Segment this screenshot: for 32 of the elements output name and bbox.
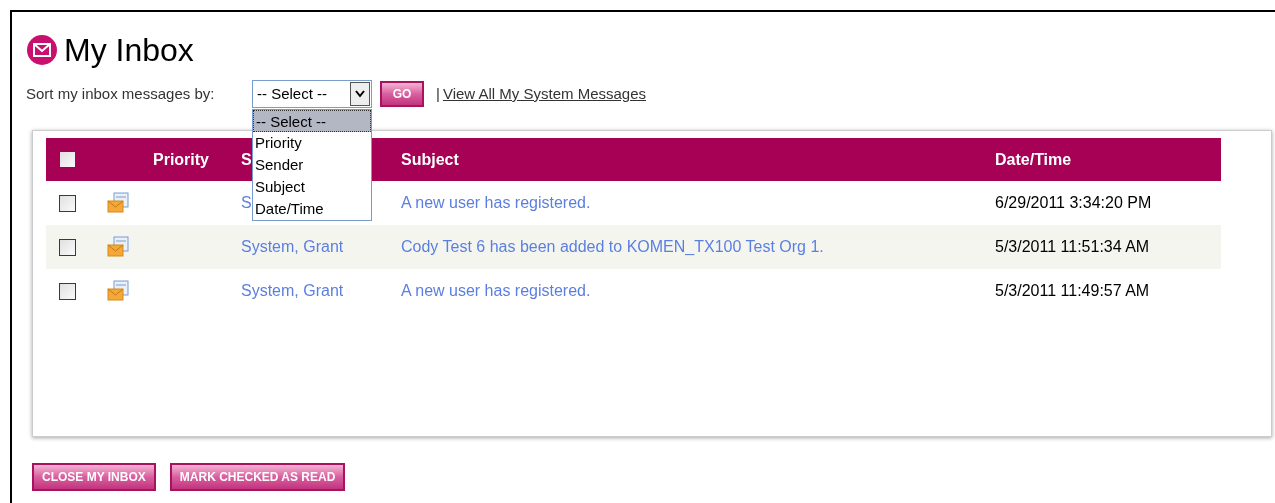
envelope-icon bbox=[107, 192, 129, 214]
caret-icon bbox=[350, 82, 370, 106]
date-cell: 5/3/2011 11:49:57 AM bbox=[995, 282, 1150, 299]
subject-link[interactable]: Cody Test 6 has been added to KOMEN_TX100 Test Org 1. bbox=[401, 238, 824, 255]
checkbox[interactable] bbox=[59, 282, 76, 300]
view-all-link[interactable]: View All My System Messages bbox=[442, 82, 647, 106]
page-title: My Inbox bbox=[64, 34, 194, 66]
dropdown-option[interactable]: Date/Time bbox=[253, 198, 371, 220]
mail-badge-icon bbox=[26, 34, 58, 66]
sort-label: Sort my inbox messages by: bbox=[26, 83, 216, 104]
date-cell: 6/29/2011 3:34:20 PM bbox=[995, 194, 1152, 211]
envelope-icon bbox=[107, 236, 129, 258]
column-header[interactable]: S bbox=[241, 150, 252, 168]
checkbox[interactable] bbox=[59, 151, 76, 168]
column-header[interactable]: Priority bbox=[153, 150, 209, 168]
date-cell: 5/3/2011 11:51:34 AM bbox=[995, 238, 1150, 255]
dropdown-option[interactable]: Sender bbox=[253, 154, 371, 176]
column-header[interactable]: Date/Time bbox=[995, 150, 1072, 168]
dropdown-option[interactable]: Subject bbox=[253, 176, 371, 198]
column-header[interactable]: Subject bbox=[401, 150, 459, 168]
sort-select[interactable]: -- Select -- bbox=[252, 80, 372, 108]
checkbox[interactable] bbox=[59, 194, 76, 212]
sender-link[interactable]: System, Grant bbox=[241, 282, 344, 299]
subject-link[interactable]: A new user has registered. bbox=[401, 194, 591, 211]
envelope-icon bbox=[107, 280, 129, 302]
checkbox[interactable] bbox=[59, 238, 76, 256]
sender-link[interactable]: System, Grant bbox=[241, 238, 344, 255]
separator: | bbox=[436, 83, 440, 104]
dropdown-option[interactable]: Priority bbox=[253, 132, 371, 154]
subject-link[interactable]: A new user has registered. bbox=[401, 282, 591, 299]
sender-link[interactable]: S bbox=[241, 194, 252, 211]
dropdown-option[interactable]: -- Select -- bbox=[253, 110, 371, 132]
